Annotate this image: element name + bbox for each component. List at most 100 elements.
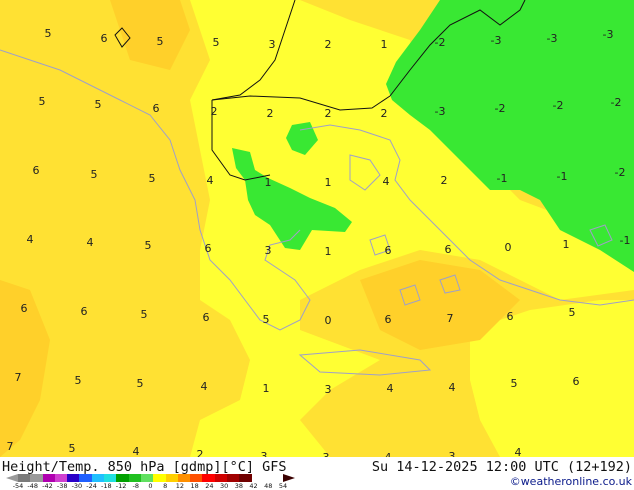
temperature-value-label: 6 — [21, 302, 28, 315]
temperature-map: 5 6 5 5 3 2 1 -2 -3 -3 -3 5 5 6 2 2 2 2 -3 -2 -2 -2 6 5 5 4 1 1 4 2 -1… — [0, 0, 634, 457]
colorbar-left-arrow — [6, 474, 18, 482]
temperature-value-label: 4 — [27, 233, 34, 246]
colorbar-swatch — [165, 474, 178, 482]
temperature-value-label: 5 — [263, 313, 270, 326]
credit-link[interactable]: ©weatheronline.co.uk — [510, 475, 632, 488]
colorbar-right-arrow — [283, 474, 295, 482]
colorbar-tick-label: 48 — [264, 482, 273, 490]
temperature-value-label: 5 — [39, 95, 46, 108]
temperature-value-label: 2 — [325, 38, 332, 51]
temperature-value-label: -2 — [553, 99, 564, 112]
temperature-value-label: 3 — [325, 383, 332, 396]
temperature-value-label: -2 — [611, 96, 622, 109]
temperature-value-label: 3 — [265, 244, 272, 257]
temperature-value-label: 1 — [381, 38, 388, 51]
colorbar-swatch — [177, 474, 191, 482]
colorbar-tick-label: 8 — [163, 482, 168, 490]
temperature-value-label: -3 — [491, 34, 502, 47]
colorbar-tick-label: 54 — [278, 482, 288, 490]
colorbar-tick-label: -18 — [101, 482, 112, 490]
temperature-value-label: 6 — [101, 32, 108, 45]
temperature-value-label: 5 — [149, 172, 156, 185]
temperature-value-label: 6 — [153, 102, 160, 115]
colorbar-swatch — [91, 474, 105, 482]
temperature-value-label: -1 — [497, 172, 508, 185]
temperature-value-label: 0 — [505, 241, 512, 254]
colorbar-tick-label: 18 — [190, 482, 199, 490]
temperature-value-label: 0 — [325, 314, 332, 327]
colorbar-swatch — [67, 474, 80, 482]
temperature-value-label: -2 — [495, 102, 506, 115]
colorbar-swatch — [202, 474, 215, 482]
temperature-value-label: 3 — [261, 450, 268, 457]
temperature-value-label: -3 — [547, 32, 558, 45]
colorbar-swatch — [54, 474, 68, 482]
temperature-value-label: 5 — [137, 377, 144, 390]
temperature-value-label: -2 — [435, 36, 446, 49]
temperature-value-label: 5 — [91, 168, 98, 181]
temperature-value-label: -3 — [603, 28, 614, 41]
colorbar-tick-label: 12 — [175, 482, 185, 490]
colorbar-swatch — [42, 474, 55, 482]
temperature-value-label: 6 — [205, 242, 212, 255]
temperature-value-label: 5 — [145, 239, 152, 252]
colorbar-swatch — [128, 474, 141, 482]
colorbar-tick-label: -48 — [27, 482, 39, 490]
temperature-value-label: 5 — [569, 306, 576, 319]
temperature-value-label: 4 — [449, 381, 456, 394]
colorbar-tick-label: -12 — [115, 482, 127, 490]
colorbar-swatch — [18, 474, 31, 482]
colorbar-tick-label: 38 — [234, 482, 243, 490]
temperature-value-label: 2 — [441, 174, 448, 187]
temperature-value-label: 7 — [15, 371, 22, 384]
temperature-value-label: 5 — [75, 374, 82, 387]
temperature-value-label: 4 — [207, 174, 214, 187]
temperature-value-label: 1 — [263, 382, 270, 395]
temperature-value-label: 7 — [7, 440, 14, 453]
colorbar-tick-label: -8 — [132, 482, 140, 490]
colorbar-swatch — [104, 474, 117, 482]
temperature-value-label: 3 — [449, 450, 456, 457]
temperature-value-label: 4 — [87, 236, 94, 249]
colorbar-swatch — [30, 474, 43, 482]
temperature-value-label: -1 — [620, 234, 631, 247]
temperature-value-label: 6 — [33, 164, 40, 177]
colorbar-tick-label: -24 — [86, 482, 97, 490]
temperature-value-label: 5 — [69, 442, 76, 455]
colorbar-swatch — [153, 474, 166, 482]
colorbar-tick-label: 24 — [205, 482, 214, 490]
colorbar-swatch — [140, 474, 154, 482]
valid-time: Su 14-12-2025 12:00 UTC (12+192) — [371, 459, 632, 475]
temperature-value-label: 1 — [325, 176, 332, 189]
temperature-value-label: 1 — [563, 238, 570, 251]
temperature-value-label: 2 — [325, 107, 332, 120]
colorbar-swatch — [227, 474, 240, 482]
temperature-value-label: 5 — [157, 35, 164, 48]
temperature-value-label: 1 — [325, 245, 332, 258]
temperature-value-label: 4 — [383, 175, 390, 188]
temperature-value-label: 4 — [387, 382, 394, 395]
temperature-value-label: 2 — [197, 448, 204, 457]
temperature-value-label: 6 — [385, 244, 392, 257]
temperature-value-label: 4 — [201, 380, 208, 393]
colorbar-swatch — [190, 474, 203, 482]
colorbar-swatch — [79, 474, 92, 482]
temperature-value-label: 4 — [133, 445, 140, 457]
temperature-value-label: 6 — [445, 243, 452, 256]
colorbar-tick-label: -38 — [56, 482, 68, 490]
colorbar-swatch — [239, 474, 252, 482]
colorbar-tick-label: -30 — [71, 482, 83, 490]
map-title: Height/Temp. 850 hPa [gdmp][°C] GFS — [2, 459, 287, 475]
temperature-value-label: 2 — [211, 105, 218, 118]
temperature-value-label: -3 — [435, 105, 446, 118]
temperature-value-label: 6 — [507, 310, 514, 323]
temperature-value-label: 6 — [81, 305, 88, 318]
colorbar-tick-label: 42 — [249, 482, 258, 490]
temperature-value-label: 2 — [381, 107, 388, 120]
colorbar-tick-label: -42 — [42, 482, 53, 490]
colorbar-swatch — [214, 474, 228, 482]
temperature-value-label: 7 — [447, 312, 454, 325]
colorbar-tick-label: 30 — [219, 482, 229, 490]
colorbar-swatch — [116, 474, 129, 482]
temperature-value-label: 4 — [515, 446, 522, 457]
